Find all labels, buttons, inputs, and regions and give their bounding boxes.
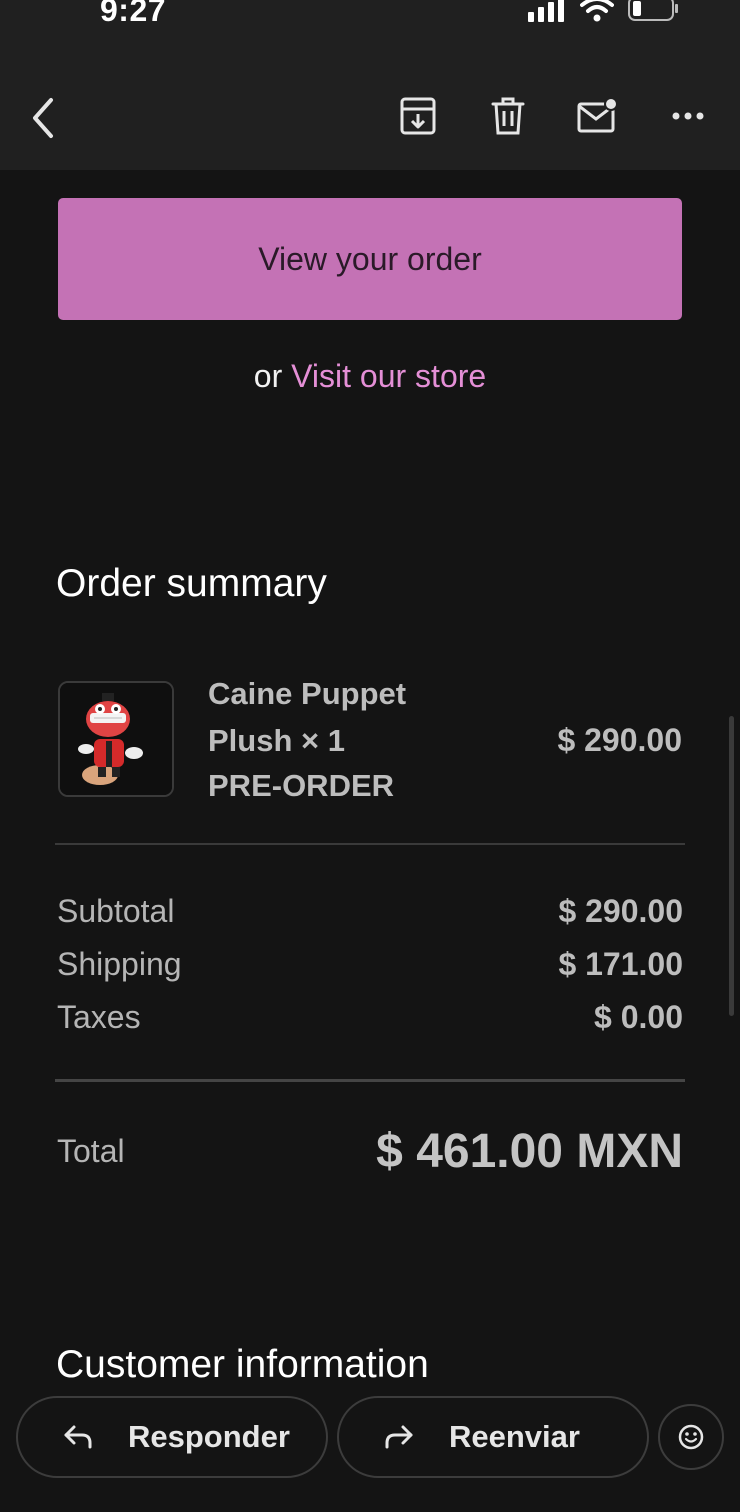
forward-label: Reenviar [449, 1419, 580, 1454]
smiley-icon [678, 1424, 704, 1450]
battery-icon [628, 0, 680, 22]
view-order-button[interactable]: View your order [58, 198, 682, 320]
scrollbar[interactable] [729, 716, 734, 1016]
customer-info-title: Customer information [56, 1343, 429, 1386]
emoji-reaction-button[interactable] [658, 1404, 724, 1470]
product-name: Caine Puppet Plush × 1 [208, 676, 407, 758]
divider [55, 843, 685, 845]
more-button[interactable] [666, 92, 710, 140]
status-icons [528, 0, 680, 22]
reply-label: Responder [128, 1419, 290, 1454]
caine-plush-image [60, 683, 172, 795]
shipping-row: Shipping $ 171.00 [57, 946, 683, 983]
more-horizontal-icon [672, 112, 704, 120]
store-line: or Visit our store [0, 358, 740, 395]
forward-icon [379, 1417, 419, 1457]
taxes-label: Taxes [57, 999, 141, 1035]
status-time: 9:27 [100, 0, 167, 28]
product-price: $ 290.00 [557, 722, 682, 758]
total-row: Total $ 461.00 MXN [57, 1124, 683, 1179]
total-value: $ 461.00 MXN [376, 1125, 683, 1178]
archive-icon [400, 97, 436, 135]
product-preorder-tag: PRE-ORDER [208, 768, 395, 803]
archive-button[interactable] [396, 92, 440, 140]
back-button[interactable] [22, 90, 62, 146]
shipping-label: Shipping [57, 946, 182, 982]
top-bar: 9:27 [0, 0, 740, 170]
toolbar-actions [396, 92, 710, 140]
signal-icon [528, 0, 566, 22]
forward-button[interactable]: Reenviar [337, 1396, 649, 1478]
product-image[interactable] [58, 681, 174, 797]
reply-button[interactable]: Responder [16, 1396, 328, 1478]
chevron-left-icon [33, 98, 53, 138]
trash-icon [491, 97, 525, 135]
subtotal-label: Subtotal [57, 893, 175, 929]
mark-unread-button[interactable] [576, 92, 620, 140]
reply-icon [58, 1417, 98, 1457]
subtotal-row: Subtotal $ 290.00 [57, 893, 683, 930]
subtotal-value: $ 290.00 [558, 893, 683, 929]
wifi-icon [580, 0, 614, 22]
taxes-row: Taxes $ 0.00 [57, 999, 683, 1036]
divider [55, 1079, 685, 1082]
delete-button[interactable] [486, 92, 530, 140]
or-text: or [253, 358, 292, 394]
total-label: Total [57, 1133, 125, 1169]
order-summary-title: Order summary [56, 562, 327, 605]
taxes-value: $ 0.00 [594, 999, 683, 1035]
mail-unread-icon [577, 97, 618, 133]
shipping-value: $ 171.00 [558, 946, 683, 982]
bottom-action-bar: Responder Reenviar [0, 1392, 740, 1512]
visit-store-link[interactable]: Visit our store [291, 358, 486, 394]
